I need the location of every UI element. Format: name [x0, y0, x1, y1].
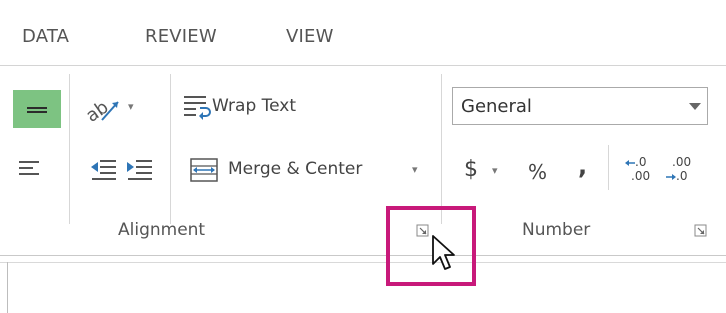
bottom-align-icon: [27, 107, 47, 113]
sheet-edge: [7, 262, 8, 313]
merge-center-icon: [190, 158, 218, 182]
decrease-decimal-bottom: .0: [676, 169, 688, 183]
tab-review[interactable]: REVIEW: [145, 26, 217, 47]
chevron-down-icon: ▾: [492, 164, 498, 177]
increase-decimal-bottom: .00: [631, 169, 651, 183]
dialog-launcher-icon[interactable]: [694, 224, 708, 238]
currency-symbol: $: [464, 157, 478, 182]
decrease-indent-icon[interactable]: [90, 158, 118, 180]
separator: [608, 145, 609, 190]
orientation-icon: ab: [84, 97, 119, 124]
align-left-icon[interactable]: [18, 160, 46, 180]
decrease-decimal-top: .00: [672, 155, 692, 169]
chevron-down-icon[interactable]: ▾: [412, 163, 418, 176]
comma-style-button[interactable]: ,: [578, 152, 587, 180]
ribbon-top-border: [0, 65, 726, 66]
wrap-text-label: Wrap Text: [212, 96, 297, 116]
svg-text:ab: ab: [84, 97, 113, 124]
bottom-align-button[interactable]: [13, 90, 61, 128]
arrow-right-icon: [666, 174, 676, 180]
accounting-format-button[interactable]: $ ▾: [462, 155, 512, 189]
orientation-button[interactable]: ab ▾: [84, 92, 144, 126]
tab-data[interactable]: DATA: [22, 26, 69, 47]
ribbon-bottom-border: [0, 255, 726, 256]
formula-bar-border: [0, 262, 726, 263]
number-group-label: Number: [522, 220, 591, 240]
merge-center-button[interactable]: Merge & Center ▾: [190, 155, 430, 189]
separator: [69, 74, 70, 224]
arrow-left-icon: [625, 160, 635, 166]
tab-view[interactable]: VIEW: [286, 26, 334, 47]
chevron-down-icon: [689, 103, 701, 110]
number-format-select[interactable]: General: [452, 87, 708, 125]
percent-style-button[interactable]: %: [528, 160, 547, 184]
increase-indent-icon[interactable]: [126, 158, 154, 180]
increase-decimal-top: .0: [635, 155, 647, 169]
number-format-value: General: [461, 96, 532, 117]
separator: [441, 74, 442, 224]
increase-decimal-button[interactable]: .0 .00: [625, 155, 659, 189]
merge-center-label: Merge & Center: [228, 159, 363, 179]
mouse-cursor-icon: [432, 235, 455, 270]
chevron-down-icon: ▾: [128, 100, 134, 113]
wrap-text-button[interactable]: Wrap Text: [182, 90, 342, 126]
alignment-group-label: Alignment: [118, 220, 206, 240]
wrap-text-icon: [184, 96, 211, 120]
decrease-decimal-button[interactable]: .00 .0: [666, 155, 700, 189]
separator: [170, 74, 171, 224]
